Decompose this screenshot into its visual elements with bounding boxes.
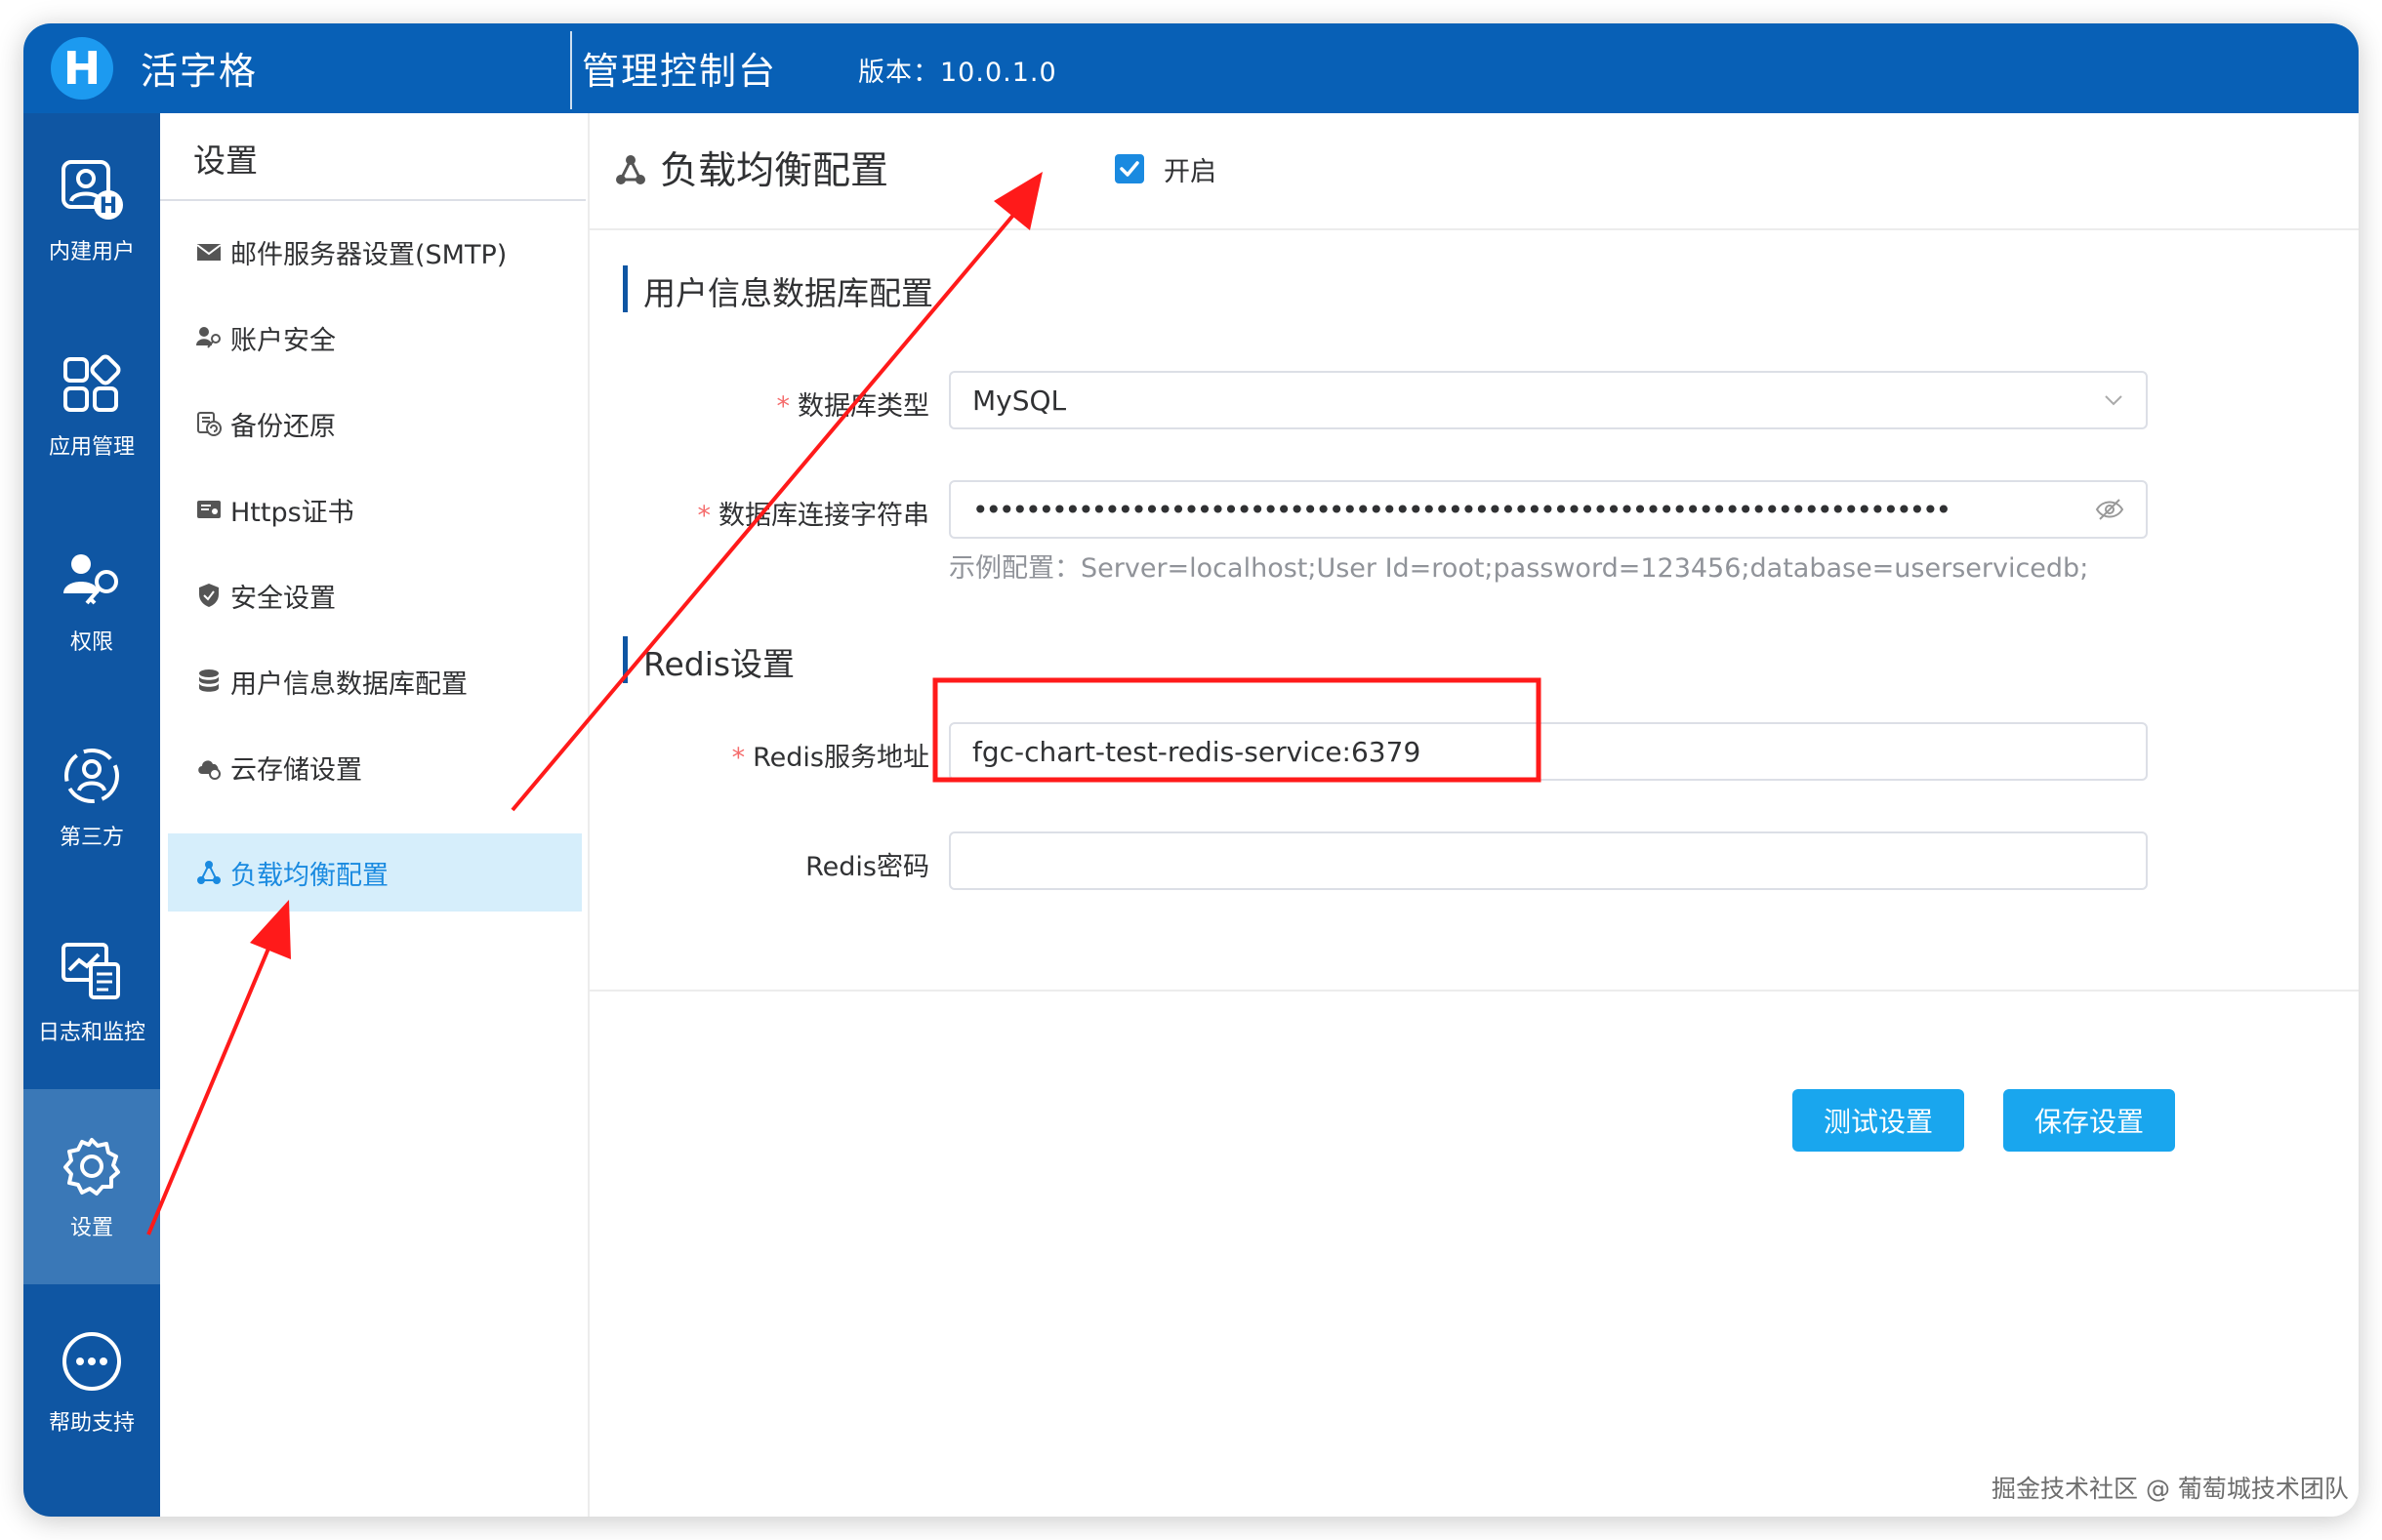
arrow-to-sidebar-item	[146, 900, 291, 1236]
highlight-box	[932, 677, 1541, 783]
annotation-overlay	[146, 172, 1541, 1236]
watermark: 掘金技术社区 @ 葡萄城技术团队	[1992, 1475, 2349, 1503]
arrow-to-enable-checkbox	[511, 172, 1043, 812]
